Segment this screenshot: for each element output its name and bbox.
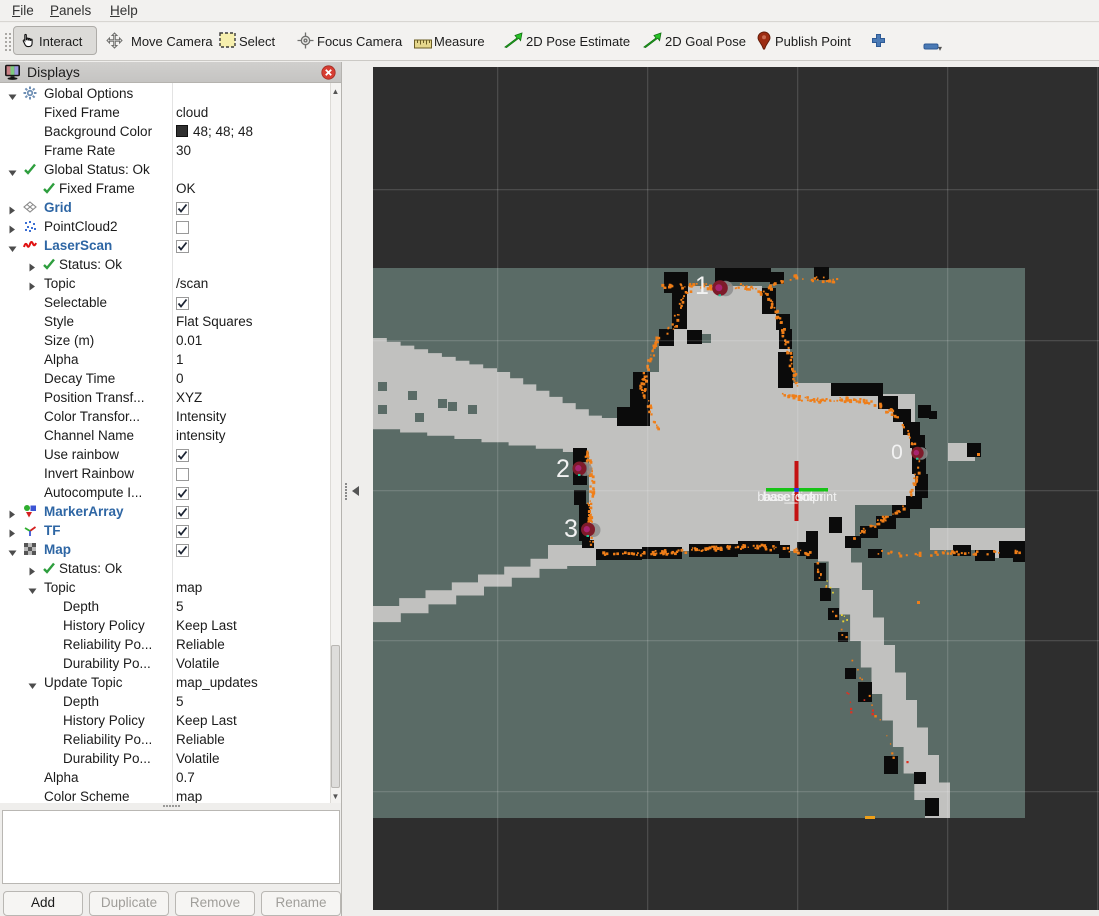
svg-text:2: 2 [556,455,570,483]
svg-text:base_scan: base_scan [763,490,824,504]
svg-text:0: 0 [891,441,903,464]
svg-text:3: 3 [564,515,578,543]
svg-text:1: 1 [695,272,709,300]
